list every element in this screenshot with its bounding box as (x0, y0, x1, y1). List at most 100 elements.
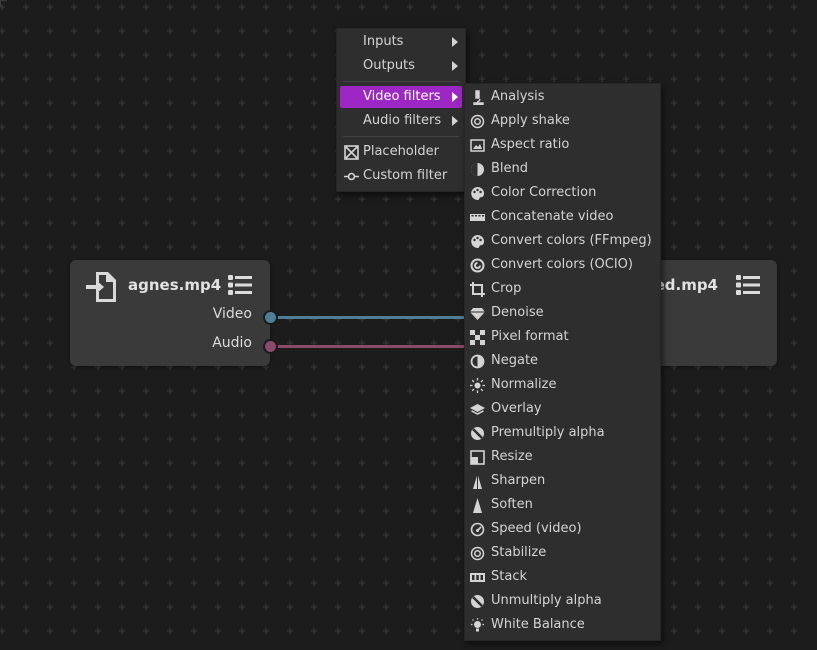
menu-item-label: Normalize (491, 377, 557, 392)
menu-item-label: Stabilize (491, 545, 547, 560)
audio-port-label: Audio (212, 335, 252, 351)
menu-item-label: Convert colors (FFmpeg) (491, 233, 652, 248)
palette-icon (471, 235, 484, 249)
menu-item-aspect-ratio[interactable]: Aspect ratio (465, 133, 660, 157)
palette-icon (471, 187, 484, 201)
list-menu-icon[interactable] (736, 274, 760, 296)
menu-item-resize[interactable]: Resize (465, 445, 660, 469)
menu-item-label: Aspect ratio (491, 137, 570, 152)
menu-item-label: Sharpen (491, 473, 546, 488)
menu-item-label: Video filters (363, 89, 441, 104)
menu-item-outputs[interactable]: Outputs (340, 55, 462, 77)
color-wheel-icon (470, 258, 485, 273)
context-menu: Inputs Outputs Video filters Audio filte… (336, 28, 466, 192)
video-output-port[interactable] (263, 310, 278, 325)
menu-item-concatenate-video[interactable]: Concatenate video (465, 205, 660, 229)
film-strip-icon (470, 214, 485, 221)
menu-item-label: Overlay (491, 401, 542, 416)
input-node[interactable]: agnes.mp4 Video Audio (70, 260, 278, 366)
menu-item-speed-video[interactable]: Speed (video) (465, 517, 660, 541)
video-port-label: Video (212, 306, 252, 322)
stack-icon (470, 573, 485, 582)
menu-item-pixel-format[interactable]: Pixel format (465, 325, 660, 349)
resize-icon (470, 450, 485, 465)
menu-item-label: Speed (video) (491, 521, 582, 536)
menu-item-label: Unmultiply alpha (491, 593, 602, 608)
menu-item-convert-colors-ffmpeg[interactable]: Convert colors (FFmpeg) (465, 229, 660, 253)
menu-item-unmultiply-alpha[interactable]: Unmultiply alpha (465, 589, 660, 613)
stabilize-icon (470, 546, 485, 561)
speedometer-icon (470, 522, 485, 537)
half-circle-icon (470, 354, 485, 369)
menu-item-label: Audio filters (363, 113, 442, 128)
menu-item-color-correction[interactable]: Color Correction (465, 181, 660, 205)
menu-item-label: Convert colors (OCIO) (491, 257, 633, 272)
aspect-ratio-icon (470, 139, 485, 152)
unmultiply-icon (471, 595, 484, 608)
menu-item-label: Premultiply alpha (491, 425, 605, 440)
menu-item-label: Concatenate video (491, 209, 614, 224)
node-title: agnes.mp4 (128, 276, 222, 294)
submenu-arrow-icon (452, 92, 458, 102)
audio-connection-wire[interactable] (276, 345, 466, 348)
menu-item-label: Denoise (491, 305, 544, 320)
sharpen-icon (473, 474, 482, 489)
audio-output-port[interactable] (263, 339, 278, 354)
menu-item-sharpen[interactable]: Sharpen (465, 469, 660, 493)
placeholder-box-icon (344, 145, 359, 160)
menu-item-label: Crop (491, 281, 522, 296)
menu-item-label: White Balance (491, 617, 585, 632)
menu-item-denoise[interactable]: Denoise (465, 301, 660, 325)
submenu-arrow-icon (452, 37, 458, 47)
menu-item-label: Stack (491, 569, 527, 584)
menu-item-premultiply-alpha[interactable]: Premultiply alpha (465, 421, 660, 445)
menu-item-placeholder[interactable]: Placeholder (340, 141, 462, 163)
menu-item-label: Soften (491, 497, 533, 512)
menu-item-stabilize[interactable]: Stabilize (465, 541, 660, 565)
menu-item-normalize[interactable]: Normalize (465, 373, 660, 397)
menu-item-label: Pixel format (491, 329, 569, 344)
list-menu-icon[interactable] (228, 274, 252, 296)
menu-item-apply-shake[interactable]: Apply shake (465, 109, 660, 133)
premultiply-icon (471, 427, 484, 440)
video-connection-wire[interactable] (276, 316, 466, 319)
video-filters-submenu: Analysis Apply shake Aspect ratio Blend … (464, 83, 661, 641)
brightness-icon (470, 378, 485, 393)
light-bulb-icon (471, 618, 484, 632)
menu-item-inputs[interactable]: Inputs (340, 31, 462, 53)
menu-item-audio-filters[interactable]: Audio filters (340, 110, 462, 132)
menu-item-overlay[interactable]: Overlay (465, 397, 660, 421)
menu-item-label: Inputs (363, 34, 404, 49)
menu-item-soften[interactable]: Soften (465, 493, 660, 517)
blend-icon (471, 163, 484, 176)
menu-item-custom-filter[interactable]: Custom filter (340, 165, 462, 187)
menu-item-label: Color Correction (491, 185, 597, 200)
diamond-icon (470, 308, 485, 320)
crop-icon (470, 282, 485, 297)
file-import-icon (86, 272, 116, 302)
layers-icon (470, 404, 485, 415)
menu-item-analysis[interactable]: Analysis (465, 85, 660, 109)
submenu-arrow-icon (452, 61, 458, 71)
menu-item-label: Negate (491, 353, 539, 368)
menu-item-label: Blend (491, 161, 529, 176)
menu-item-white-balance[interactable]: White Balance (465, 613, 660, 637)
menu-item-convert-colors-ocio[interactable]: Convert colors (OCIO) (465, 253, 660, 277)
menu-item-label: Custom filter (363, 168, 448, 183)
menu-item-label: Placeholder (363, 144, 439, 159)
menu-item-label: Outputs (363, 58, 415, 73)
menu-item-video-filters[interactable]: Video filters (340, 86, 462, 108)
menu-separator (343, 136, 459, 137)
menu-item-blend[interactable]: Blend (465, 157, 660, 181)
menu-item-label: Apply shake (491, 113, 570, 128)
submenu-arrow-icon (452, 116, 458, 126)
custom-filter-icon (344, 172, 359, 181)
menu-item-stack[interactable]: Stack (465, 565, 660, 589)
menu-item-crop[interactable]: Crop (465, 277, 660, 301)
shake-icon (470, 114, 485, 129)
menu-item-label: Resize (491, 449, 533, 464)
microscope-icon (473, 90, 484, 105)
soften-icon (473, 498, 482, 513)
checkerboard-icon (470, 330, 485, 345)
menu-item-negate[interactable]: Negate (465, 349, 660, 373)
